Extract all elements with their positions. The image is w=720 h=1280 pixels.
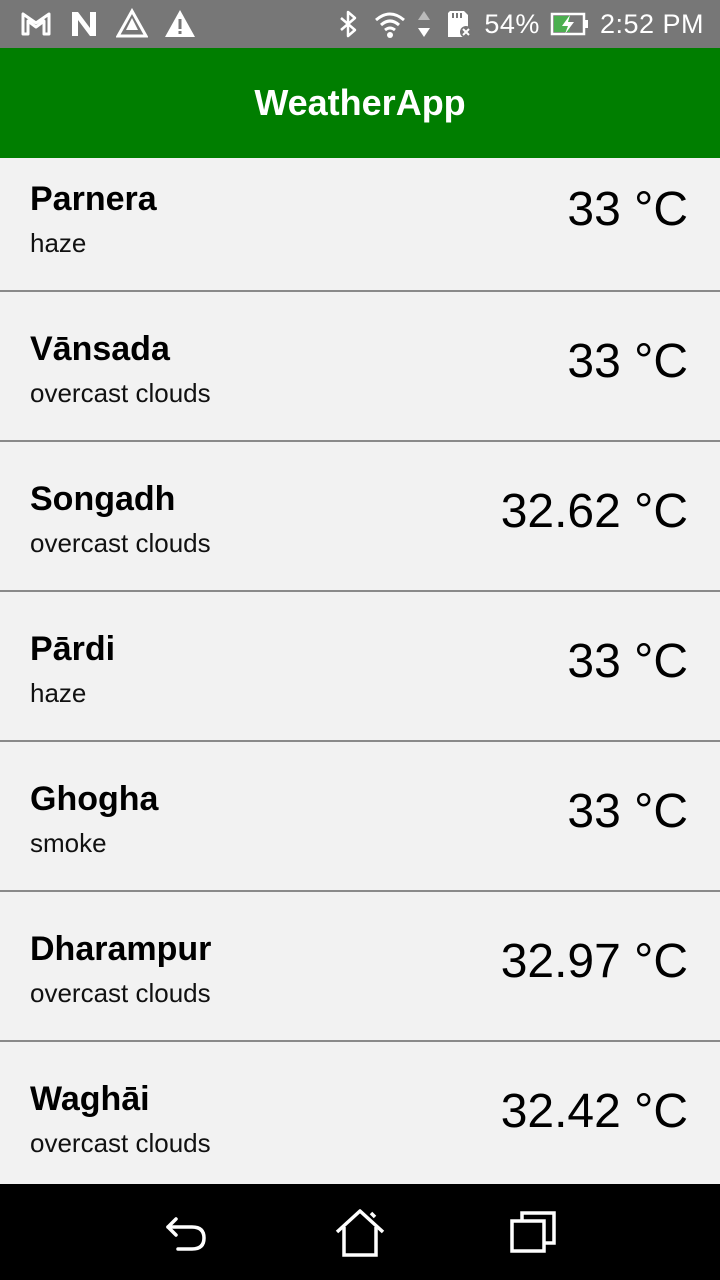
list-item[interactable]: Waghāi overcast clouds 32.42 °C [0, 1042, 720, 1184]
temperature: 33 °C [567, 183, 688, 236]
home-icon [335, 1209, 385, 1257]
weather-list[interactable]: Parnera haze 33 °C Vānsada overcast clou… [0, 158, 720, 1184]
battery-percent: 54% [484, 8, 540, 39]
city-name: Parnera [30, 180, 157, 218]
list-item[interactable]: Pārdi haze 33 °C [0, 592, 720, 742]
warning-icon [164, 8, 196, 40]
city-name: Vānsada [30, 330, 170, 368]
list-item[interactable]: Dharampur overcast clouds 32.97 °C [0, 892, 720, 1042]
clock: 2:52 PM [599, 8, 704, 39]
n-app-icon [68, 8, 100, 40]
weather-description: haze [30, 228, 87, 258]
list-item[interactable]: Parnera haze 33 °C [0, 158, 720, 292]
weather-description: overcast clouds [30, 1128, 211, 1158]
home-button[interactable] [330, 1202, 390, 1262]
weather-description: overcast clouds [30, 378, 211, 408]
back-icon [165, 1217, 206, 1251]
temperature: 32.42 °C [500, 1085, 688, 1138]
weather-description: overcast clouds [30, 978, 211, 1008]
weather-description: smoke [30, 828, 107, 858]
weather-description: overcast clouds [30, 528, 211, 558]
temperature: 33 °C [567, 335, 688, 388]
weather-description: haze [30, 678, 87, 708]
city-name: Songadh [30, 480, 176, 518]
data-arrows-icon [416, 8, 432, 40]
city-name: Pārdi [30, 630, 116, 668]
drive-alert-icon [116, 8, 148, 40]
city-name: Ghogha [30, 780, 159, 818]
recents-icon [510, 1211, 557, 1253]
list-item[interactable]: Songadh overcast clouds 32.62 °C [0, 442, 720, 592]
app-title: WeatherApp [254, 82, 466, 123]
list-item[interactable]: Vānsada overcast clouds 33 °C [0, 292, 720, 442]
bluetooth-icon [332, 8, 364, 40]
notification-icons [20, 8, 196, 40]
status-bar: 54% 2:52 PM [0, 0, 720, 48]
temperature: 33 °C [567, 785, 688, 838]
city-name: Waghāi [30, 1080, 150, 1118]
sd-card-icon [442, 8, 474, 40]
back-button[interactable] [157, 1202, 217, 1262]
temperature: 32.62 °C [500, 485, 688, 538]
temperature: 32.97 °C [500, 935, 688, 988]
list-item[interactable]: Ghogha smoke 33 °C [0, 742, 720, 892]
battery-charging-icon [550, 8, 590, 40]
app-bar: WeatherApp [0, 48, 720, 158]
temperature: 33 °C [567, 635, 688, 688]
city-name: Dharampur [30, 930, 212, 968]
navigation-bar [0, 1184, 720, 1280]
wifi-icon [374, 8, 406, 40]
gmail-icon [20, 8, 52, 40]
system-icons: 54% 2:52 PM [332, 8, 704, 40]
recents-button[interactable] [503, 1202, 563, 1262]
